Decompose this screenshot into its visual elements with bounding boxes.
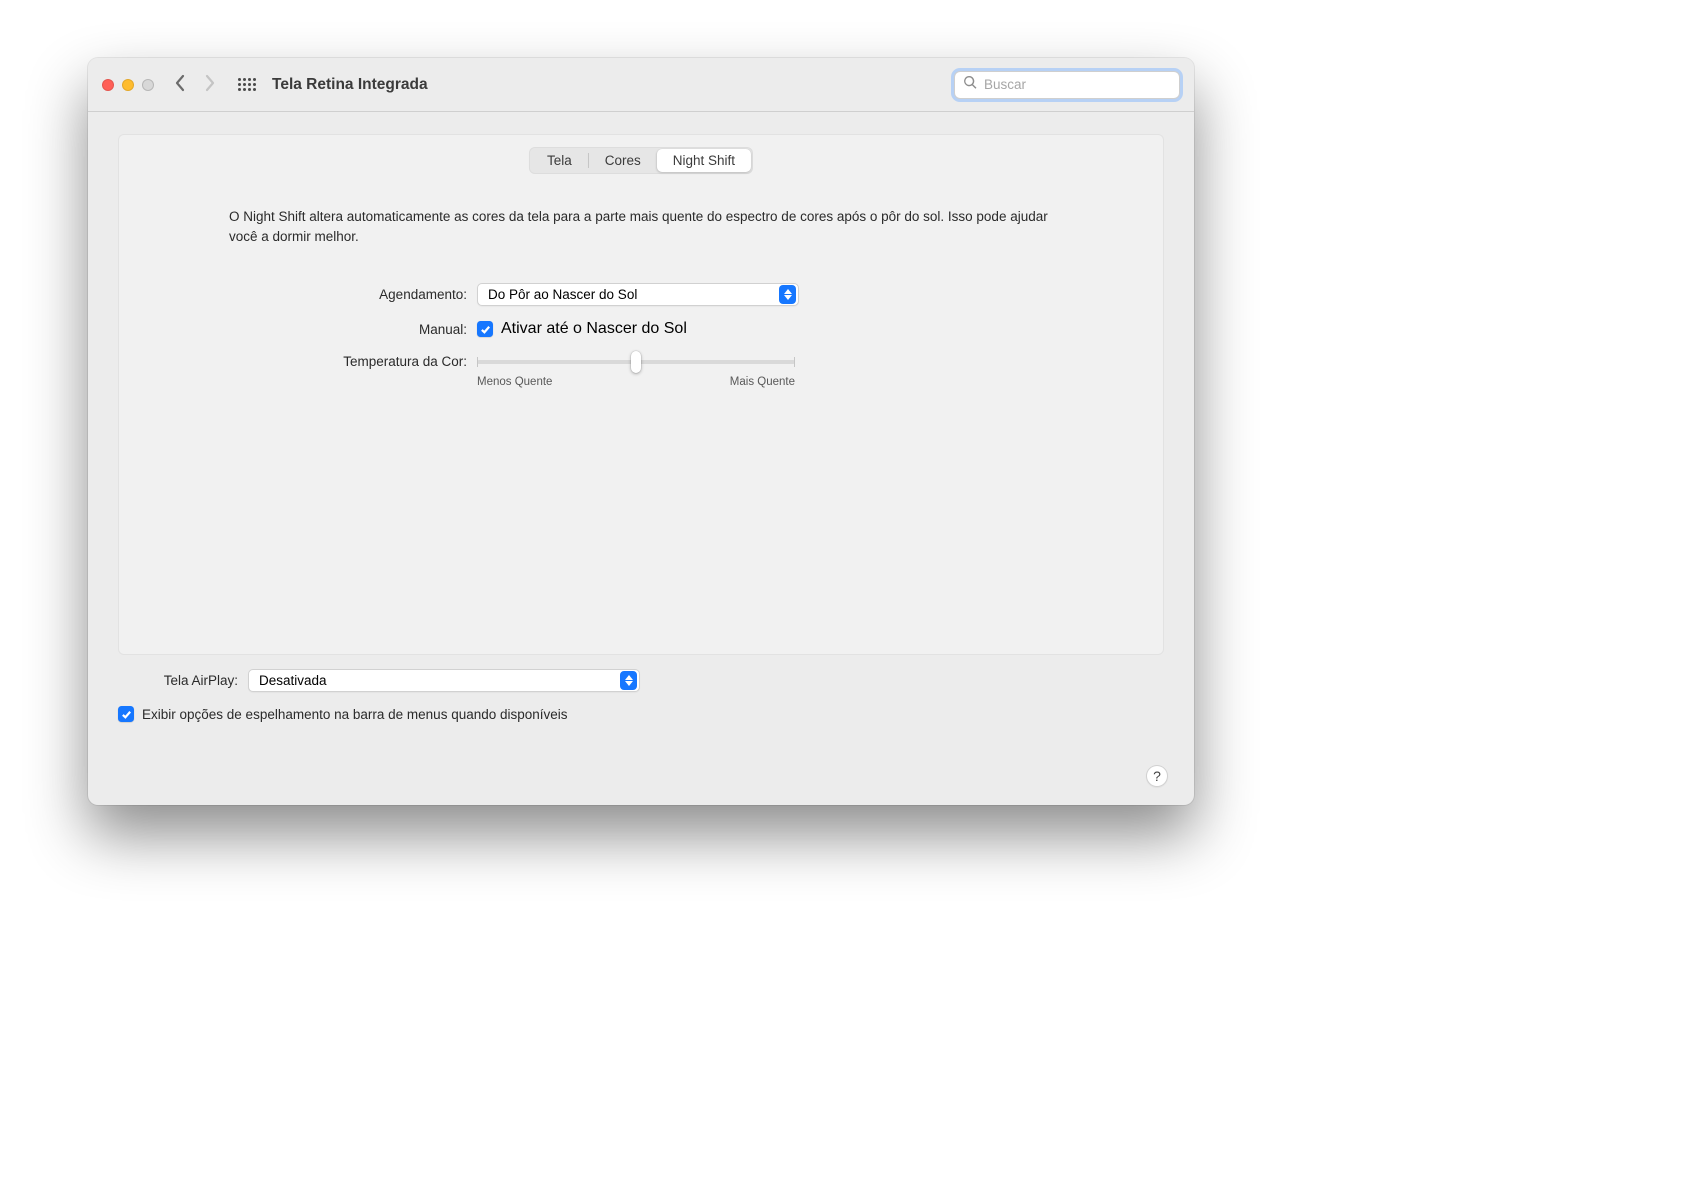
schedule-popup[interactable]: Do Pôr ao Nascer do Sol [477, 283, 799, 306]
forward-button [204, 74, 216, 96]
slider-knob[interactable] [631, 351, 641, 373]
night-shift-description: O Night Shift altera automaticamente as … [229, 207, 1053, 248]
search-icon [963, 75, 978, 95]
mirroring-label: Exibir opções de espelhamento na barra d… [142, 707, 568, 722]
airplay-popup[interactable]: Desativada [248, 669, 640, 692]
tab-segmented-control: Tela Cores Night Shift [529, 147, 753, 174]
night-shift-form: Agendamento: Do Pôr ao Nascer do Sol Man… [119, 283, 1163, 402]
settings-panel: Tela Cores Night Shift O Night Shift alt… [118, 134, 1164, 655]
search-input[interactable] [984, 77, 1171, 92]
tab-tela[interactable]: Tela [531, 149, 588, 172]
help-glyph: ? [1153, 768, 1161, 784]
footer: Tela AirPlay: Desativada Exibir opções d… [118, 655, 1164, 738]
help-button[interactable]: ? [1146, 765, 1168, 787]
tick-icon [477, 357, 478, 367]
search-field[interactable] [954, 71, 1180, 99]
temperature-label: Temperatura da Cor: [119, 352, 477, 369]
tab-cores[interactable]: Cores [589, 149, 657, 172]
tab-night-shift[interactable]: Night Shift [657, 149, 751, 172]
nav-buttons [174, 74, 216, 96]
airplay-value: Desativada [259, 673, 612, 688]
chevron-updown-icon [620, 671, 637, 690]
manual-checkbox-label: Ativar até o Nascer do Sol [501, 320, 687, 338]
schedule-label: Agendamento: [119, 287, 477, 302]
close-button[interactable] [102, 79, 114, 91]
manual-label: Manual: [119, 322, 477, 337]
temperature-min-label: Menos Quente [477, 376, 552, 388]
window-controls [102, 79, 154, 91]
content-area: Tela Cores Night Shift O Night Shift alt… [88, 112, 1194, 805]
chevron-updown-icon [779, 285, 796, 304]
temperature-max-label: Mais Quente [730, 376, 795, 388]
back-button[interactable] [174, 74, 186, 96]
airplay-label: Tela AirPlay: [118, 673, 248, 688]
schedule-value: Do Pôr ao Nascer do Sol [488, 287, 771, 302]
minimize-button[interactable] [122, 79, 134, 91]
mirroring-checkbox[interactable] [118, 706, 134, 722]
preferences-window: Tela Retina Integrada Tela Cores Night S… [88, 58, 1194, 805]
temperature-slider[interactable] [477, 352, 795, 372]
manual-checkbox[interactable] [477, 321, 493, 337]
show-all-button[interactable] [238, 76, 256, 94]
window-title: Tela Retina Integrada [272, 76, 428, 94]
zoom-button [142, 79, 154, 91]
titlebar: Tela Retina Integrada [88, 58, 1194, 112]
tick-icon [794, 357, 795, 367]
